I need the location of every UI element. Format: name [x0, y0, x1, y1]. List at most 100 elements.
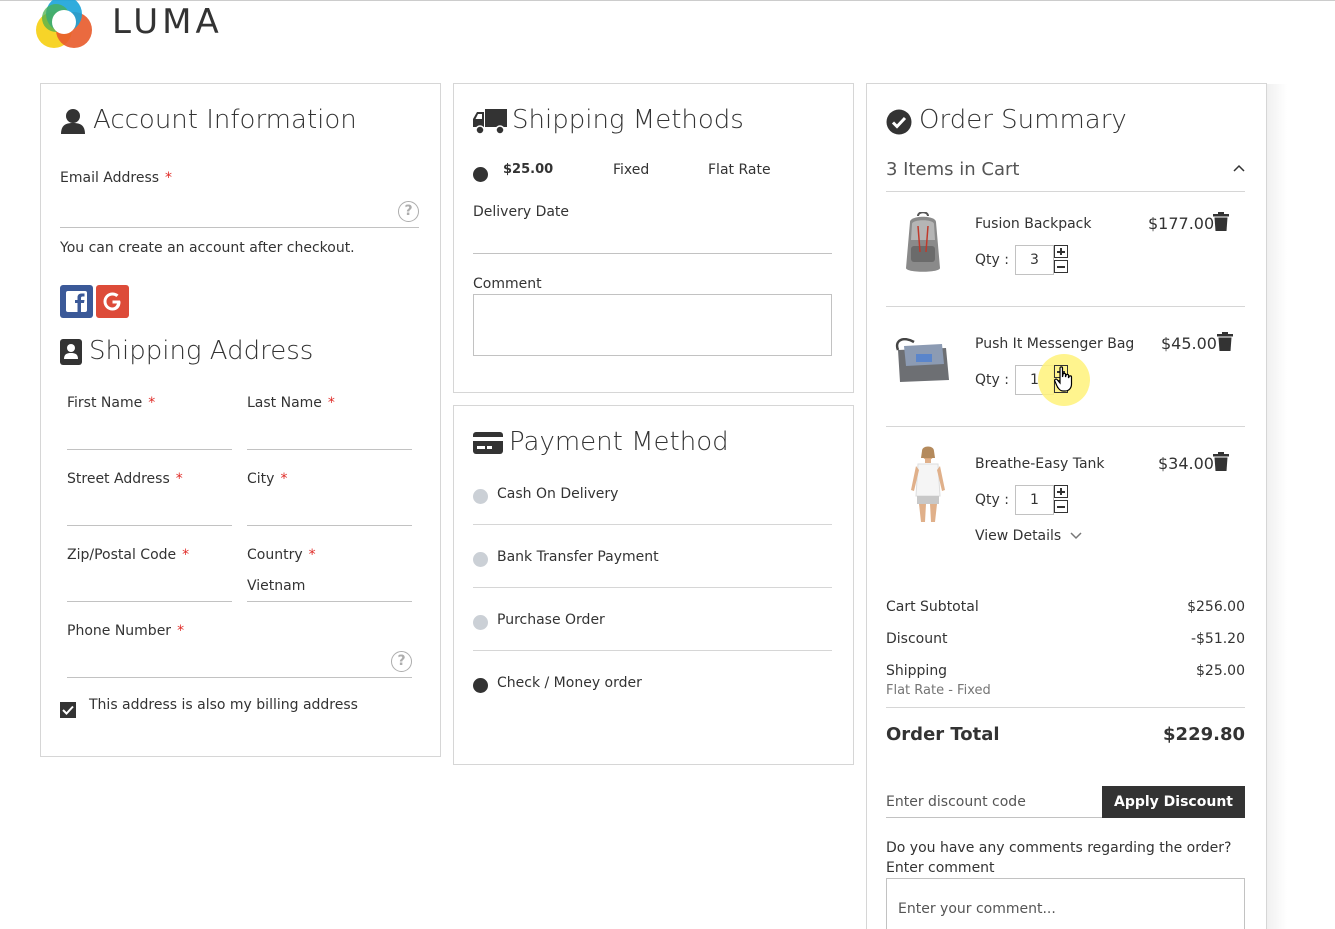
apply-discount-button[interactable]: Apply Discount — [1102, 786, 1245, 818]
qty-label: Qty : — [975, 492, 1009, 508]
last-name-field[interactable] — [247, 449, 412, 450]
phone-help-icon[interactable]: ? — [391, 651, 412, 672]
increase-qty-icon[interactable] — [1054, 245, 1068, 258]
discount-label: Discount — [886, 631, 948, 647]
user-icon — [61, 109, 85, 134]
payment-option-label[interactable]: Check / Money order — [497, 675, 642, 691]
decrease-qty-icon[interactable] — [1054, 500, 1068, 513]
subtotal-label: Cart Subtotal — [886, 599, 979, 615]
decrease-qty-icon[interactable] — [1054, 260, 1068, 273]
payment-option-label[interactable]: Cash On Delivery — [497, 486, 618, 502]
country-underline — [247, 601, 412, 602]
divider — [886, 707, 1245, 708]
chevron-down-icon — [1070, 532, 1082, 540]
country-select[interactable]: Vietnam — [247, 578, 305, 594]
trash-icon[interactable] — [1213, 452, 1229, 471]
luma-logo-icon[interactable] — [34, 0, 94, 52]
qty-input[interactable]: 1 — [1015, 485, 1054, 515]
discount-value: -$51.20 — [1190, 631, 1245, 647]
bank-transfer-radio[interactable] — [473, 552, 488, 567]
order-total-value: $229.80 — [1163, 724, 1245, 745]
shipping-value: $25.00 — [1196, 663, 1245, 679]
order-comment-placeholder[interactable]: Enter your comment... — [898, 901, 1056, 917]
shipping-comment-textarea[interactable] — [473, 294, 832, 356]
cart-item-name[interactable]: Push It Messenger Bag — [975, 336, 1134, 352]
divider — [886, 426, 1245, 427]
address-book-icon — [60, 339, 82, 365]
quantity-stepper[interactable] — [1054, 245, 1068, 274]
phone-label: Phone Number * — [67, 623, 185, 639]
zip-label: Zip/Postal Code * — [67, 547, 190, 563]
cart-item-price: $45.00 — [1161, 334, 1217, 353]
order-summary-title: Order Summary — [919, 105, 1127, 135]
brand-name[interactable]: LUMA — [112, 2, 223, 42]
phone-field[interactable] — [67, 677, 412, 678]
divider — [886, 306, 1245, 307]
shipping-methods-title: Shipping Methods — [512, 105, 744, 135]
street-label: Street Address * — [67, 471, 183, 487]
top-border — [0, 0, 1335, 1]
product-image-messenger-bag[interactable] — [894, 338, 952, 388]
delivery-date-field[interactable] — [473, 253, 832, 254]
chevron-up-icon[interactable] — [1233, 164, 1245, 172]
check-circle-icon — [886, 109, 912, 135]
payment-panel — [453, 405, 854, 765]
first-name-field[interactable] — [67, 449, 232, 450]
trash-icon[interactable] — [1217, 332, 1233, 351]
qty-input[interactable]: 3 — [1015, 245, 1054, 275]
cart-item-name[interactable]: Breathe-Easy Tank — [975, 456, 1105, 472]
city-field[interactable] — [247, 525, 412, 526]
delivery-date-label: Delivery Date — [473, 204, 570, 220]
discount-underline — [886, 817, 1102, 818]
payment-title: Payment Method — [509, 427, 729, 457]
check-money-order-radio[interactable] — [473, 678, 488, 693]
order-comment-label: Enter comment — [886, 860, 995, 876]
divider — [473, 524, 832, 525]
comment-label: Comment — [473, 276, 542, 292]
payment-option-label[interactable]: Purchase Order — [497, 612, 605, 628]
shipping-method-name: Fixed — [613, 162, 650, 178]
google-login-button[interactable] — [96, 285, 129, 318]
credit-card-icon — [473, 432, 503, 454]
subtotal-value: $256.00 — [1187, 599, 1245, 615]
account-note: You can create an account after checkout… — [60, 240, 355, 256]
cart-item-price: $34.00 — [1158, 454, 1214, 473]
hand-cursor-icon — [1054, 366, 1073, 392]
street-field[interactable] — [67, 525, 232, 526]
country-label: Country * — [247, 547, 316, 563]
trash-icon[interactable] — [1213, 212, 1229, 231]
increase-qty-icon[interactable] — [1054, 485, 1068, 498]
truck-icon — [473, 109, 507, 135]
zip-field[interactable] — [67, 601, 232, 602]
divider — [473, 587, 832, 588]
shipping-carrier: Flat Rate — [708, 162, 771, 178]
payment-option-label[interactable]: Bank Transfer Payment — [497, 549, 659, 565]
quantity-stepper[interactable] — [1054, 485, 1068, 514]
product-image-backpack[interactable] — [898, 212, 948, 276]
facebook-icon — [66, 291, 87, 312]
panel-shadow — [1267, 84, 1287, 929]
help-icon[interactable]: ? — [398, 201, 419, 222]
billing-checkbox[interactable] — [60, 702, 76, 718]
last-name-label: Last Name * — [247, 395, 335, 411]
shipping-method-summary: Flat Rate - Fixed — [886, 683, 991, 698]
cash-on-delivery-radio[interactable] — [473, 489, 488, 504]
qty-label: Qty : — [975, 252, 1009, 268]
shipping-label: Shipping — [886, 663, 948, 679]
email-field[interactable] — [60, 227, 419, 228]
divider — [886, 191, 1245, 192]
product-image-tank[interactable] — [905, 446, 951, 524]
cart-item-name[interactable]: Fusion Backpack — [975, 216, 1092, 232]
purchase-order-radio[interactable] — [473, 615, 488, 630]
items-in-cart-toggle[interactable]: 3 Items in Cart — [886, 159, 1019, 180]
comment-question: Do you have any comments regarding the o… — [886, 840, 1232, 856]
discount-code-input[interactable]: Enter discount code — [886, 794, 1026, 810]
flat-rate-radio[interactable] — [473, 167, 488, 182]
divider — [473, 650, 832, 651]
billing-checkbox-label[interactable]: This address is also my billing address — [89, 697, 358, 713]
google-icon — [103, 292, 121, 311]
facebook-login-button[interactable] — [60, 285, 93, 318]
account-title: Account Information — [93, 105, 357, 135]
view-details-toggle[interactable]: View Details — [975, 528, 1082, 544]
qty-label: Qty : — [975, 372, 1009, 388]
